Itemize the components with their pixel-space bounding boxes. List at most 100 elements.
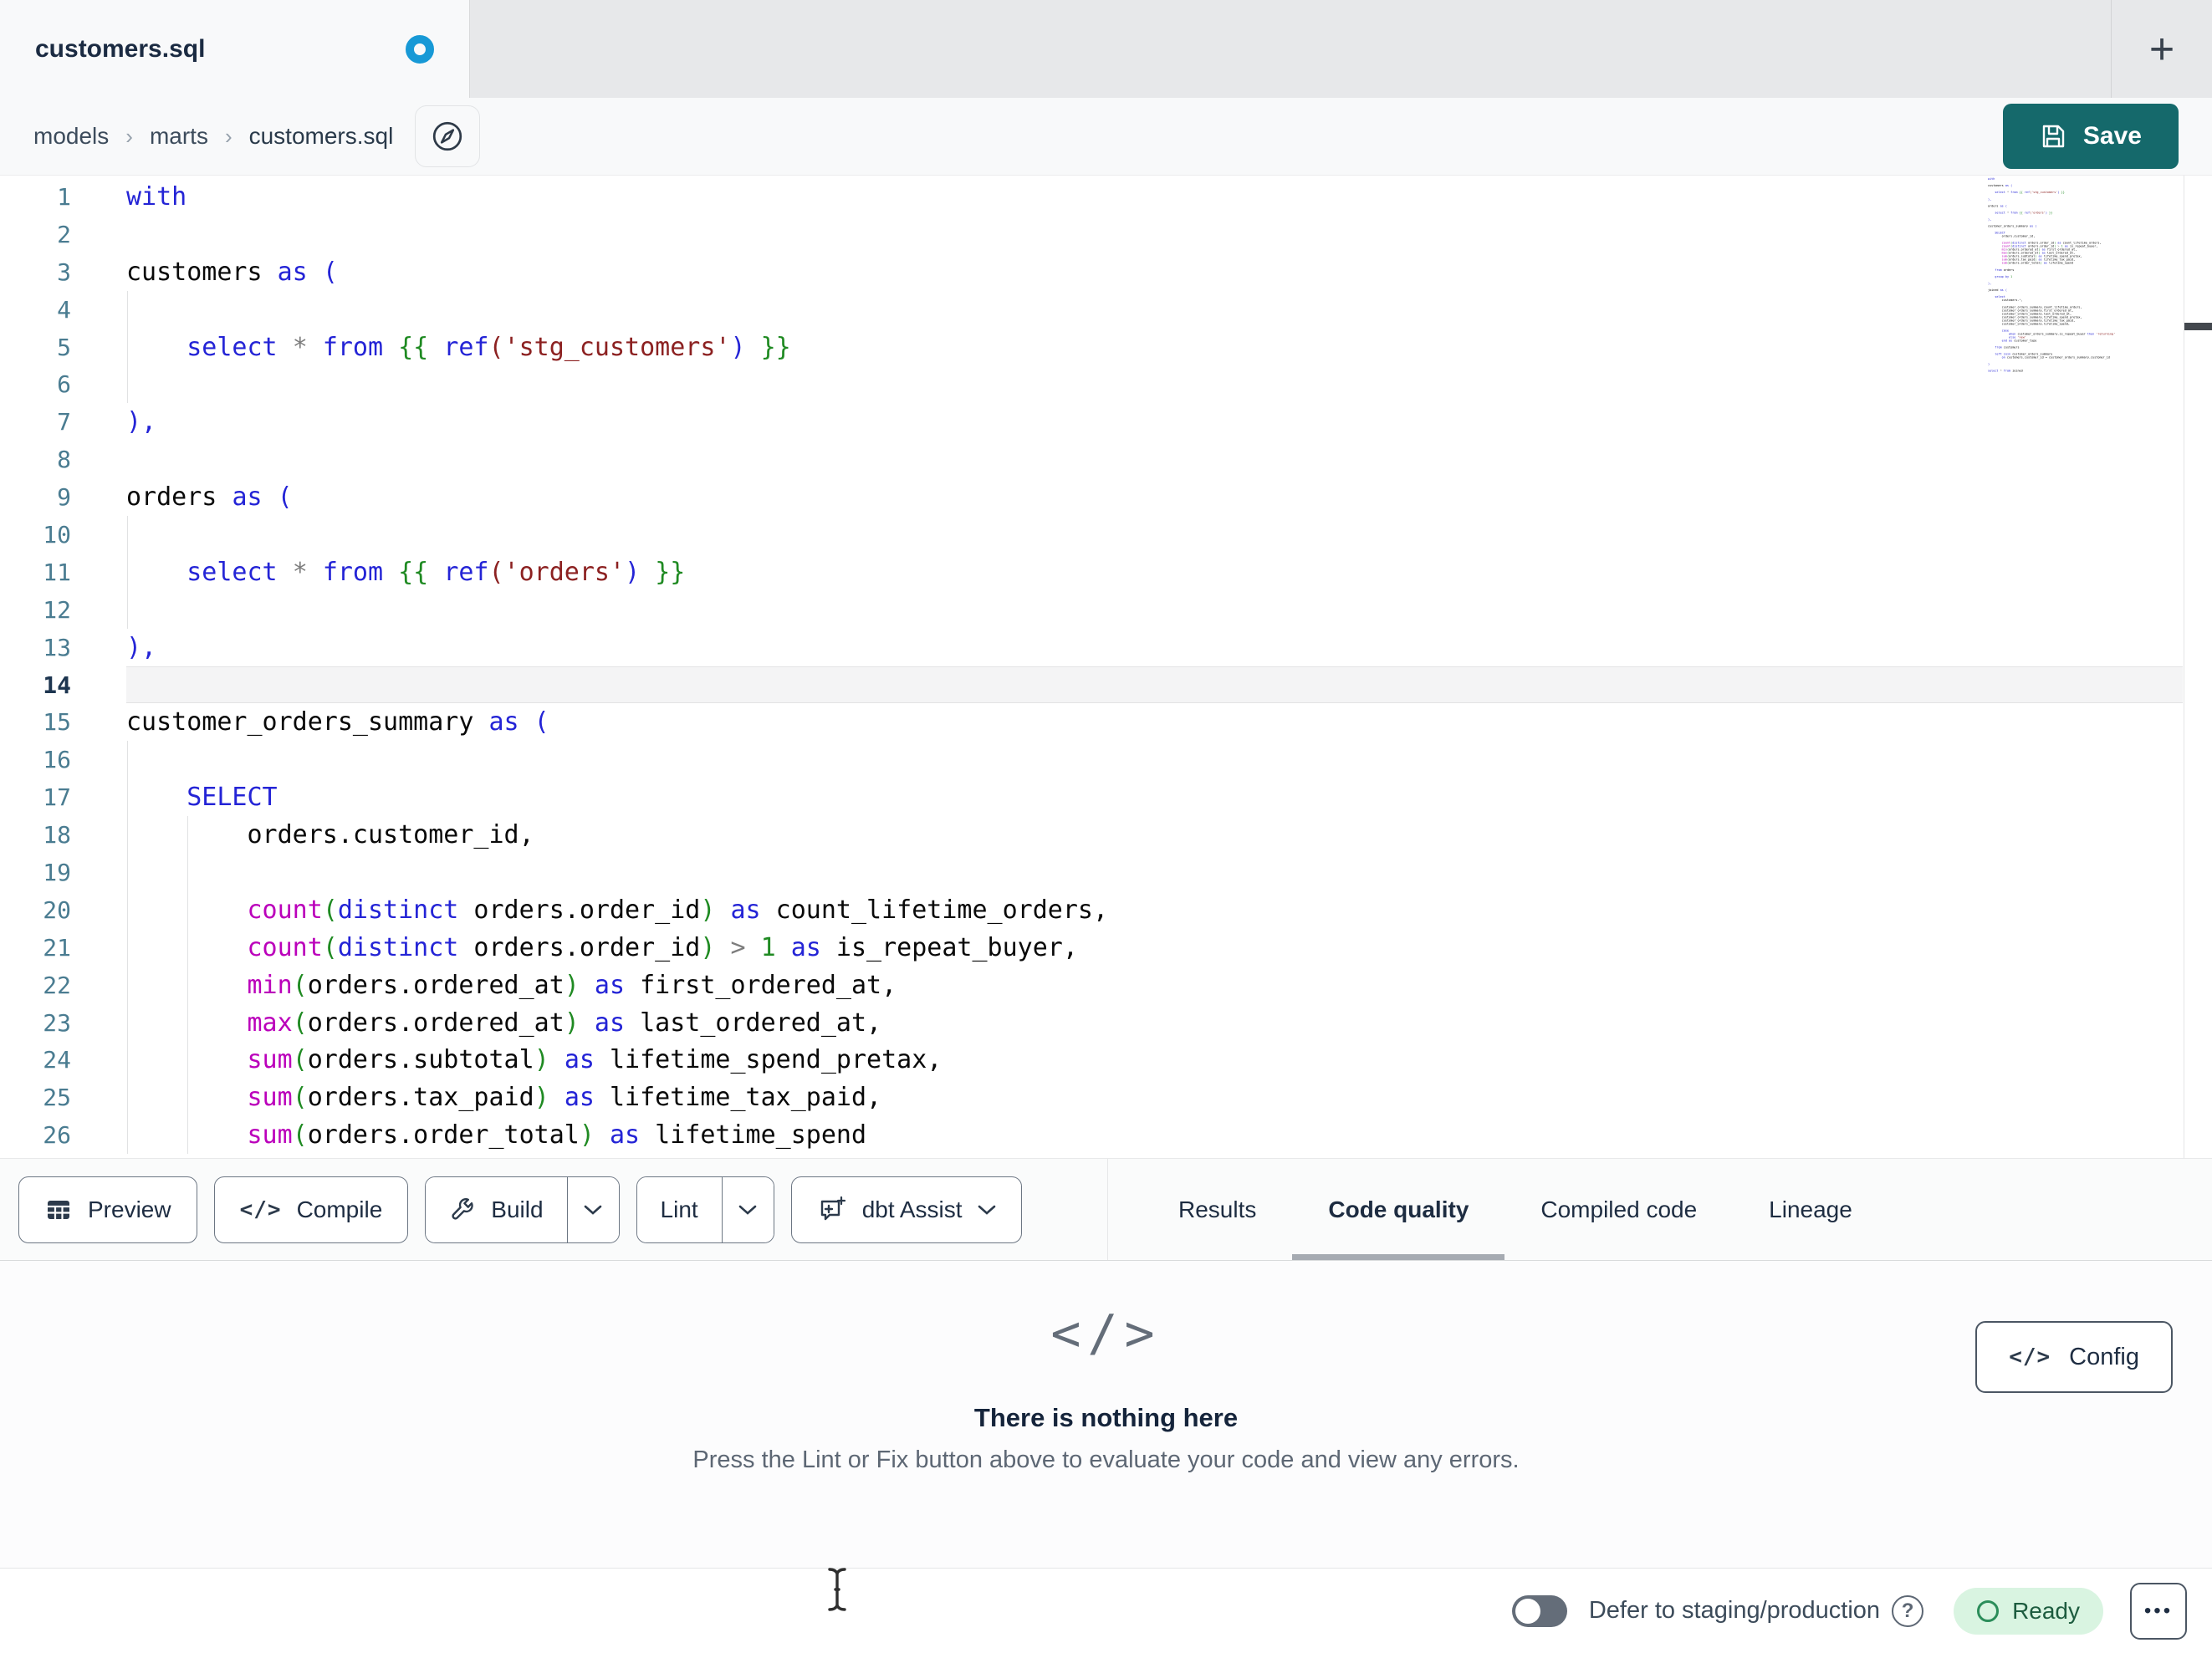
- breadcrumb-row: models › marts › customers.sql Save: [0, 98, 2212, 176]
- status-badge: Ready: [1954, 1587, 2103, 1635]
- preview-button-label: Preview: [88, 1196, 171, 1222]
- line-number: 5: [57, 333, 71, 361]
- editor-line[interactable]: 19: [0, 854, 2183, 891]
- config-button[interactable]: </> Config: [1975, 1321, 2173, 1393]
- status-badge-label: Ready: [2012, 1597, 2080, 1624]
- code-icon: </>: [2009, 1344, 2051, 1370]
- compass-icon: [431, 120, 464, 153]
- line-number: 1: [57, 182, 71, 211]
- editor-line[interactable]: 5 select * from {{ ref('stg_customers') …: [0, 328, 2183, 366]
- editor-line[interactable]: 4: [0, 290, 2183, 329]
- chevron-down-icon: [978, 1204, 996, 1216]
- dbt-assist-button[interactable]: dbt Assist: [790, 1176, 1022, 1243]
- build-split-button: Build: [425, 1176, 620, 1243]
- defer-toggle[interactable]: [1511, 1594, 1567, 1627]
- indent-guide: [127, 516, 128, 554]
- status-ring-icon: [1977, 1599, 2000, 1622]
- empty-state-title: There is nothing here: [973, 1403, 1239, 1432]
- panel-tab-compiled-code[interactable]: Compiled code: [1504, 1159, 1733, 1260]
- line-number: 2: [57, 220, 71, 248]
- compile-button-label: Compile: [296, 1196, 383, 1222]
- editor-line[interactable]: 11 select * from {{ ref('orders') }}: [0, 553, 2183, 591]
- editor-line[interactable]: 17 SELECT: [0, 778, 2183, 817]
- editor-line[interactable]: 2: [0, 216, 2183, 253]
- editor-line[interactable]: 6: [0, 365, 2183, 404]
- dbt-assist-button-label: dbt Assist: [861, 1196, 963, 1222]
- line-number: 12: [43, 595, 71, 624]
- indent-guide: [187, 854, 189, 891]
- editor-line[interactable]: 20 count(distinct orders.order_id) as co…: [0, 890, 2183, 929]
- lint-dropdown-button[interactable]: [721, 1176, 774, 1242]
- empty-state: </> There is nothing here Press the Lint…: [692, 1304, 1519, 1474]
- build-button[interactable]: Build: [426, 1176, 567, 1242]
- editor-line[interactable]: 8: [0, 441, 2183, 478]
- editor-line[interactable]: 13),: [0, 629, 2183, 666]
- line-number: 17: [43, 783, 71, 812]
- editor-line[interactable]: 22 min(orders.ordered_at) as first_order…: [0, 966, 2183, 1004]
- editor-line[interactable]: 9 orders as (: [0, 478, 2183, 516]
- breadcrumb-separator: ›: [224, 123, 232, 149]
- save-button[interactable]: Save: [2002, 104, 2179, 169]
- editor-line[interactable]: 25 sum(orders.tax_paid) as lifetime_tax_…: [0, 1079, 2183, 1117]
- editor-line[interactable]: 15 customer_orders_summary as (: [0, 703, 2183, 741]
- build-dropdown-button[interactable]: [566, 1176, 619, 1242]
- chevron-down-icon: [584, 1204, 602, 1216]
- line-number: 14: [43, 671, 71, 699]
- compile-button[interactable]: </> Compile: [213, 1176, 409, 1243]
- toggle-knob: [1515, 1598, 1540, 1624]
- status-bar: Defer to staging/production ? Ready •••: [0, 1568, 2212, 1653]
- wrench-icon: [449, 1196, 476, 1223]
- breadcrumb-separator: ›: [125, 123, 133, 149]
- editor-line[interactable]: 7),: [0, 403, 2183, 441]
- breadcrumb-item[interactable]: marts: [150, 123, 208, 150]
- navigate-button[interactable]: [415, 105, 481, 167]
- help-icon[interactable]: ?: [1892, 1594, 1924, 1627]
- code-editor[interactable]: 1 with 2 3 customers as ( 4 5 select * from {{…: [0, 176, 2212, 1158]
- editor-line[interactable]: 10: [0, 516, 2183, 554]
- new-tab-zone: +: [2111, 0, 2212, 98]
- breadcrumb-item[interactable]: models: [33, 123, 109, 150]
- editor-line[interactable]: 1 with: [0, 178, 2183, 216]
- line-number: 4: [57, 295, 71, 324]
- defer-label: Defer to staging/production: [1588, 1597, 1881, 1624]
- editor-line[interactable]: 24 sum(orders.subtotal) as lifetime_spen…: [0, 1041, 2183, 1079]
- editor-line[interactable]: 3 customers as (: [0, 253, 2183, 291]
- editor-line[interactable]: 26 sum(orders.order_total) as lifetime_s…: [0, 1116, 2183, 1155]
- preview-button[interactable]: Preview: [18, 1176, 197, 1243]
- new-tab-button[interactable]: +: [2149, 28, 2174, 71]
- panel-tab-code-quality[interactable]: Code quality: [1292, 1159, 1505, 1260]
- editor-line[interactable]: 16: [0, 741, 2183, 779]
- action-toolbar: Preview </> Compile Build Lint dbt Assis…: [0, 1158, 2212, 1261]
- panel-tab-lineage[interactable]: Lineage: [1733, 1159, 1888, 1260]
- panel-tabs: Results Code quality Compiled code Lineage: [1107, 1159, 2212, 1260]
- line-number: 6: [57, 370, 71, 399]
- editor-line[interactable]: 21 count(distinct orders.order_id) > 1 a…: [0, 928, 2183, 967]
- indent-guide: [127, 854, 128, 891]
- line-number: 15: [43, 708, 71, 737]
- overflow-menu-button[interactable]: •••: [2130, 1582, 2187, 1640]
- editor-line[interactable]: 12: [0, 590, 2183, 629]
- editor-scrollbar[interactable]: [2184, 176, 2212, 1158]
- empty-state-description: Press the Lint or Fix button above to ev…: [692, 1446, 1520, 1473]
- editor-line[interactable]: 14: [0, 666, 2183, 704]
- lint-button[interactable]: Lint: [636, 1176, 722, 1242]
- breadcrumb-item[interactable]: customers.sql: [249, 123, 394, 150]
- file-tab-customers-sql[interactable]: customers.sql: [0, 0, 470, 98]
- build-button-label: Build: [491, 1196, 544, 1222]
- line-number: 11: [43, 558, 71, 586]
- lint-button-label: Lint: [660, 1196, 698, 1222]
- line-number: 7: [57, 408, 71, 436]
- panel-tab-results[interactable]: Results: [1142, 1159, 1292, 1260]
- code-icon: </>: [239, 1196, 282, 1222]
- save-icon: [2040, 123, 2066, 150]
- lint-split-button: Lint: [636, 1176, 774, 1243]
- line-number: 18: [43, 821, 71, 849]
- editor-line[interactable]: 18 orders.customer_id,: [0, 816, 2183, 855]
- code-brackets-icon: </>: [1050, 1304, 1162, 1363]
- line-number: 21: [43, 933, 71, 962]
- editor-minimap[interactable]: with customers as ( select * from {{ ref(…: [1988, 177, 2183, 376]
- editor-line[interactable]: 23 max(orders.ordered_at) as last_ordere…: [0, 1003, 2183, 1042]
- editor-tab-bar: customers.sql +: [0, 0, 2212, 98]
- assist-chat-sparkle-icon: [817, 1195, 847, 1225]
- ellipsis-icon: •••: [2143, 1599, 2174, 1622]
